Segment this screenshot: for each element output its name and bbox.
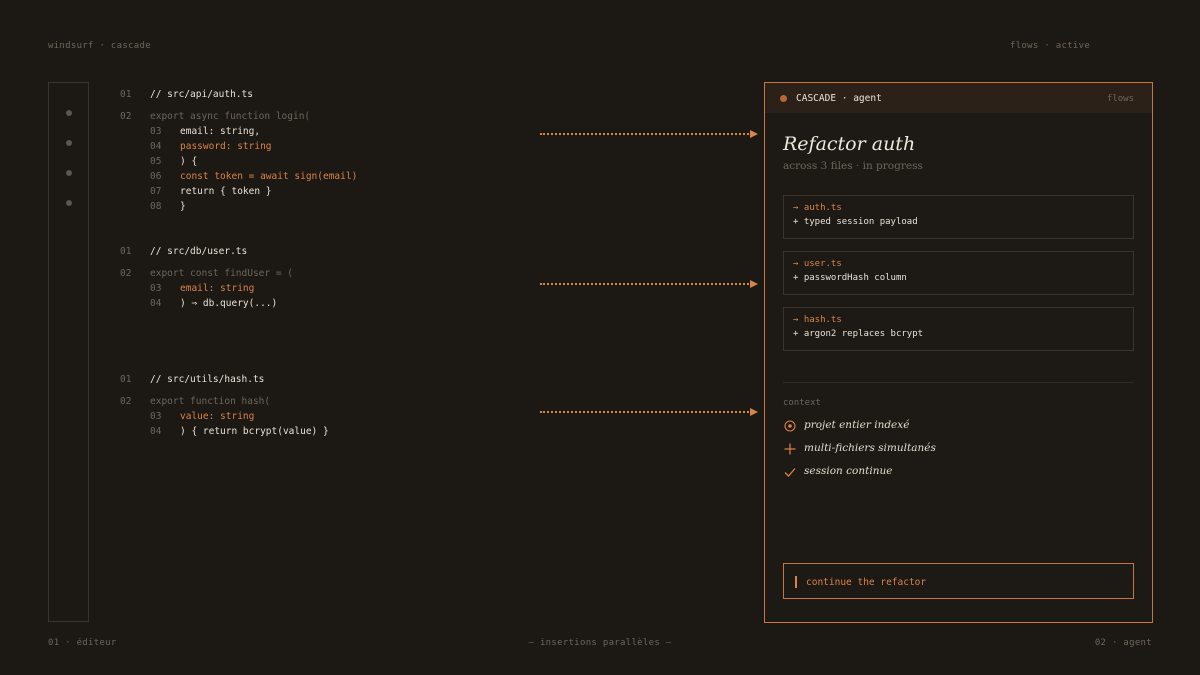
insertion-arrow-icon (540, 130, 758, 138)
line-number: 04 (150, 298, 162, 309)
insertion-arrow-icon (540, 408, 758, 416)
code-line-inserted[interactable]: value: string (180, 411, 254, 422)
flows-status: flows · active (1010, 41, 1091, 51)
line-number: 02 (120, 396, 132, 407)
panel-title: CASCADE · agent (796, 93, 882, 104)
insertions-caption: — insertions parallèles — (528, 638, 672, 648)
flows-tab[interactable]: flows (1107, 94, 1134, 104)
agent-caption: 02 · agent (1094, 638, 1152, 648)
line-number: 04 (150, 426, 162, 437)
line-number: 07 (150, 186, 162, 197)
target-icon (784, 420, 796, 432)
code-line[interactable]: ) { return bcrypt(value) } (180, 426, 329, 437)
change-file: → hash.ts (793, 315, 842, 325)
code-signature[interactable]: export const findUser = ( (150, 268, 293, 279)
context-text: projet entier indexé (804, 419, 910, 431)
code-line[interactable]: ) { (180, 156, 197, 167)
context-text: session continue (804, 465, 893, 477)
check-icon (784, 468, 796, 477)
gutter-dot-icon[interactable] (66, 170, 72, 176)
code-line-inserted[interactable]: password: string (180, 141, 272, 152)
line-number: 05 (150, 156, 162, 167)
change-description: + passwordHash column (793, 273, 907, 283)
text-caret (795, 576, 797, 588)
line-number: 06 (150, 171, 162, 182)
context-text: multi-fichiers simultanés (804, 442, 936, 454)
line-number: 03 (150, 126, 162, 137)
code-line[interactable]: return { token } (180, 186, 272, 197)
change-card[interactable]: → auth.ts + typed session payload (783, 195, 1134, 239)
line-number: 03 (150, 411, 162, 422)
change-file: → auth.ts (793, 203, 842, 213)
line-number: 03 (150, 283, 162, 294)
gutter-dot-icon[interactable] (66, 200, 72, 206)
prompt-text: continue the refactor (806, 577, 927, 588)
line-number: 02 (120, 111, 132, 122)
plus-icon (784, 443, 796, 455)
file-path[interactable]: // src/utils/hash.ts (150, 374, 264, 385)
code-signature[interactable]: export async function login( (150, 111, 310, 122)
code-line[interactable]: ) ⇒ db.query(...) (180, 298, 277, 309)
context-label: context (783, 398, 821, 408)
change-description: + typed session payload (793, 217, 918, 227)
line-number: 01 (120, 374, 132, 385)
panel-header: CASCADE · agent flows (765, 83, 1152, 113)
status-dot-icon (780, 95, 787, 102)
brand-label: windsurf · cascade (48, 41, 151, 51)
code-line-inserted[interactable]: const token = await sign(email) (180, 171, 357, 182)
code-line[interactable]: } (180, 201, 186, 212)
line-number: 02 (120, 268, 132, 279)
prompt-input[interactable]: continue the refactor (783, 563, 1134, 599)
change-card[interactable]: → hash.ts + argon2 replaces bcrypt (783, 307, 1134, 351)
gutter-dot-icon[interactable] (66, 110, 72, 116)
file-path[interactable]: // src/db/user.ts (150, 246, 247, 257)
change-file: → user.ts (793, 259, 842, 269)
line-number: 08 (150, 201, 162, 212)
code-signature[interactable]: export function hash( (150, 396, 270, 407)
gutter-dot-icon[interactable] (66, 140, 72, 146)
line-number: 01 (120, 89, 132, 100)
change-card[interactable]: → user.ts + passwordHash column (783, 251, 1134, 295)
agent-panel: CASCADE · agent flows Refactor auth acro… (764, 82, 1153, 623)
line-number: 01 (120, 246, 132, 257)
task-subtitle: across 3 files · in progress (783, 160, 923, 172)
insertion-arrow-icon (540, 280, 758, 288)
code-line[interactable]: email: string, (180, 126, 260, 137)
change-description: + argon2 replaces bcrypt (793, 329, 924, 339)
code-line-inserted[interactable]: email: string (180, 283, 254, 294)
editor-caption: 01 · éditeur (48, 638, 117, 648)
editor-gutter (48, 82, 89, 622)
line-number: 04 (150, 141, 162, 152)
file-path[interactable]: // src/api/auth.ts (150, 89, 253, 100)
task-title: Refactor auth (783, 133, 916, 155)
divider (783, 382, 1134, 383)
